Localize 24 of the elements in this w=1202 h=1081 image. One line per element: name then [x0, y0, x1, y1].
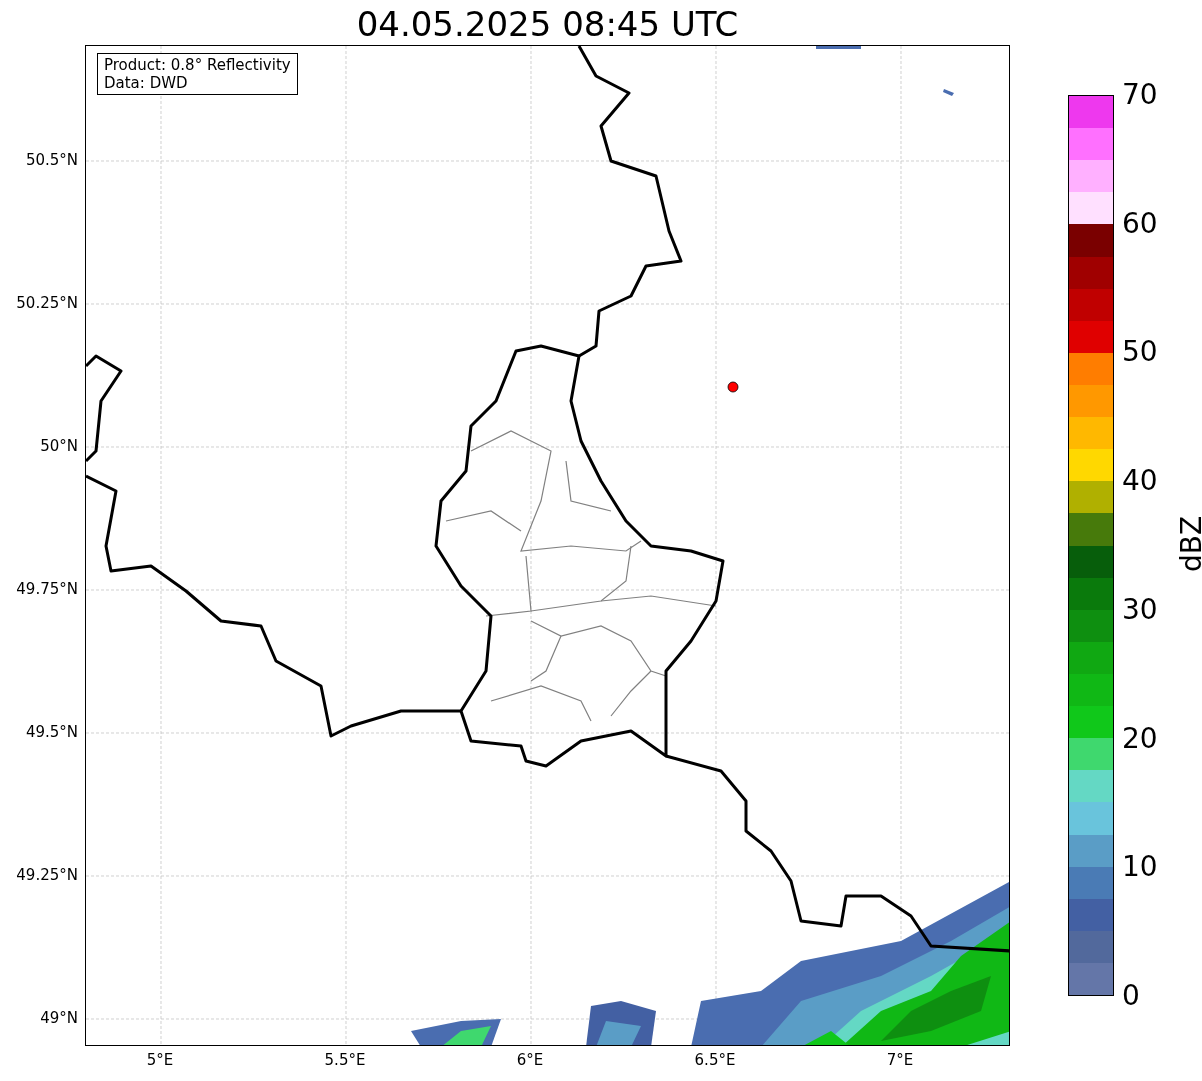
info-text: Product: 0.8° Reflectivity — [104, 56, 291, 74]
colorbar-tick-label: 40 — [1122, 465, 1158, 498]
axis-tick-label: 6.5°E — [693, 1051, 737, 1069]
axis-tick-label: 50.25°N — [16, 294, 78, 312]
colorbar-label: dBZ — [1176, 515, 1202, 573]
axis-tick-label: 50.5°N — [25, 151, 78, 169]
chart-title: 04.05.2025 08:45 UTC — [355, 4, 740, 44]
axis-tick-label: 49.75°N — [16, 580, 78, 598]
axis-tick-label: 50°N — [40, 437, 78, 455]
axis-tick-label: 6°E — [515, 1051, 545, 1069]
colorbar-tick-label: 30 — [1122, 593, 1158, 626]
axis-tick-label: 5°E — [145, 1051, 175, 1069]
colorbar-tick-label: 60 — [1122, 207, 1158, 240]
axis-tick-label: 49.5°N — [25, 723, 78, 741]
colorbar-tick-label: 70 — [1122, 79, 1158, 111]
axis-tick-label: 5.5°E — [323, 1051, 367, 1069]
axis-tick-label: 49.25°N — [16, 866, 78, 884]
colorbar-tick-label: 50 — [1122, 336, 1158, 369]
colorbar-tick-label: 0 — [1122, 980, 1140, 1012]
axis-tick-label: 49°N — [40, 1009, 78, 1027]
colorbar-tick-label: 10 — [1122, 851, 1158, 884]
info-text: Data: DWD — [104, 74, 189, 92]
colorbar-tick-label: 20 — [1122, 722, 1158, 755]
axis-tick-label: 7°E — [885, 1051, 915, 1069]
